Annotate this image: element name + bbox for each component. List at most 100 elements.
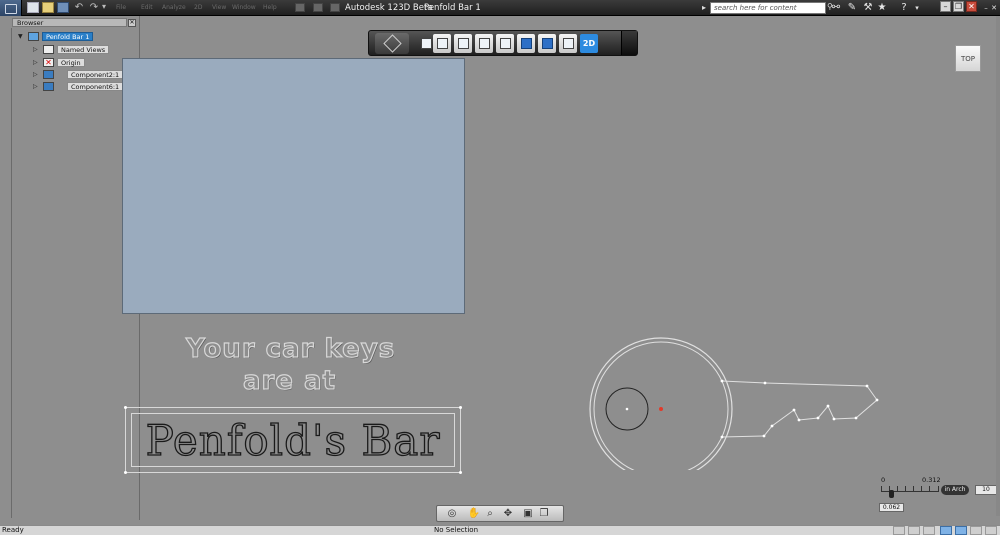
tree-item-label: Component6:1	[67, 82, 124, 91]
sketch-point[interactable]	[124, 471, 127, 474]
undo-icon[interactable]: ↶	[73, 2, 85, 13]
doc-close-icon[interactable]: ✕	[988, 2, 1000, 14]
key-inner-ring	[593, 341, 729, 470]
fit-view-icon[interactable]: ✥	[501, 508, 515, 520]
view-toolbar: ◎ ✋ ⌕ ✥ ▣ ❐	[436, 505, 564, 522]
status-bar: Ready No Selection	[0, 525, 1000, 535]
grid-snap-icon[interactable]	[908, 526, 920, 535]
sketch-point[interactable]	[459, 471, 462, 474]
image-plane[interactable]	[122, 58, 465, 314]
sketch-point[interactable]	[124, 406, 127, 409]
tree-expander-icon[interactable]: ▷	[33, 45, 41, 54]
tree-expander-icon[interactable]: ▷	[33, 58, 41, 67]
tree-expander-icon[interactable]: ▼	[18, 32, 26, 41]
rotate-icon[interactable]	[475, 34, 493, 53]
help-dropdown-icon[interactable]: ▾	[911, 2, 923, 14]
favorites-star-icon[interactable]: ★	[876, 2, 888, 14]
tree-expander-icon[interactable]: ▷	[33, 82, 41, 91]
zoom-icon[interactable]: ⌕	[483, 508, 497, 520]
menu-edit[interactable]: Edit	[141, 4, 153, 11]
origin-hidden-icon: ✕	[43, 58, 54, 67]
fullscreen-icon[interactable]	[985, 526, 997, 535]
viewcube-top[interactable]: TOP	[955, 45, 981, 72]
key-sketch-points[interactable]	[720, 379, 879, 439]
viewcube-home-icon[interactable]	[375, 33, 409, 54]
orbit-icon[interactable]: ◎	[445, 508, 459, 520]
community-icon[interactable]: ⚯	[830, 2, 842, 14]
right-edge-strip	[996, 16, 1000, 516]
sketch-point[interactable]	[459, 406, 462, 409]
materials-icon[interactable]	[559, 34, 577, 53]
quick-access-dropdown-icon[interactable]: ▾	[102, 2, 114, 13]
tree-item-label: Penfold Bar 1	[42, 32, 94, 41]
browser-divider	[11, 28, 12, 518]
tools-icon[interactable]: ✎	[846, 2, 858, 14]
scale-widget: 0 0.312 0.062 in Arch 10	[878, 474, 998, 514]
save-icon[interactable]	[57, 2, 69, 13]
redo-icon[interactable]: ↷	[88, 2, 100, 13]
headline-line1: Your car keys	[185, 333, 396, 364]
tree-expander-icon[interactable]: ▷	[33, 70, 41, 79]
layout-icon[interactable]	[940, 526, 952, 535]
headline-line2: are at	[242, 365, 337, 396]
assembly-icon	[28, 32, 39, 41]
status-text: Ready	[2, 526, 24, 534]
new-document-icon[interactable]	[27, 2, 39, 13]
key-hole-center	[625, 407, 629, 411]
box-view-icon[interactable]	[496, 34, 514, 53]
key-center-point[interactable]	[659, 407, 663, 411]
box-icon[interactable]	[433, 34, 451, 53]
settings-icon[interactable]: ⚒	[862, 2, 874, 14]
toolbar-toggle-icon[interactable]	[313, 3, 323, 12]
viewport-icon[interactable]	[955, 526, 967, 535]
lock-icon[interactable]	[923, 526, 935, 535]
menu-help[interactable]: Help	[263, 4, 277, 11]
open-folder-icon[interactable]	[42, 2, 54, 13]
info-icon[interactable]	[417, 34, 432, 53]
grid-view-icon[interactable]	[538, 34, 556, 53]
help-icon[interactable]: ?	[898, 2, 910, 14]
units-button[interactable]: in Arch	[941, 485, 969, 495]
restore-icon[interactable]: ❐	[953, 1, 964, 12]
menu-2d[interactable]: 2D	[194, 4, 202, 11]
sketch-2d-button[interactable]: 2D	[580, 34, 598, 53]
search-expand-icon[interactable]: ▸	[702, 3, 706, 12]
display-mode-icon[interactable]: ▣	[521, 508, 535, 520]
menu-window[interactable]: Window	[232, 4, 256, 11]
document-title: Penfold Bar 1	[424, 3, 481, 13]
scale-slider-handle[interactable]	[889, 490, 894, 498]
search-input[interactable]: search here for content	[710, 2, 826, 14]
close-window-icon[interactable]: ✕	[966, 1, 977, 12]
render-icon[interactable]	[970, 526, 982, 535]
menu-file[interactable]: File	[116, 4, 126, 11]
browser-panel: Browser ✕ ▼ Penfold Bar 1 ▷ Named Views …	[0, 16, 140, 520]
scale-value-field[interactable]: 0.062	[879, 503, 904, 512]
visual-style-icon[interactable]: ❐	[537, 508, 551, 520]
pan-hand-icon[interactable]: ✋	[467, 508, 481, 520]
application-menu-button[interactable]	[0, 0, 22, 16]
title-bar: ↶ ↷ ▾ File Edit Analyze 2D View Window H…	[0, 0, 1000, 16]
key-sketch[interactable]	[580, 330, 880, 470]
scale-min-label: 0	[881, 476, 886, 484]
plaque-text: Penfold's Bar	[145, 415, 441, 465]
menu-analyze[interactable]: Analyze	[162, 4, 186, 11]
tree-item-label: Origin	[57, 58, 85, 67]
plaque-sketch[interactable]: Penfold's Bar	[125, 407, 461, 473]
toolbar-toggle-icon[interactable]	[295, 3, 305, 12]
front-view-icon[interactable]	[517, 34, 535, 53]
tree-item-label: Component2:1	[67, 70, 124, 79]
app-title: Autodesk 123D Beta	[345, 3, 433, 13]
menu-view[interactable]: View	[212, 4, 226, 11]
scale-max-label: 0.312	[922, 476, 941, 484]
toolbar-toggle-icon[interactable]	[330, 3, 340, 12]
key-blade	[721, 380, 878, 438]
toolbar-endcap	[621, 31, 637, 55]
named-views-icon	[43, 45, 54, 54]
minimize-icon[interactable]: –	[940, 1, 951, 12]
move-icon[interactable]	[454, 34, 472, 53]
grid-count-field[interactable]: 10	[975, 485, 997, 495]
visibility-eye-icon[interactable]	[43, 82, 54, 91]
visibility-eye-icon[interactable]	[43, 70, 54, 79]
snap-icon[interactable]	[893, 526, 905, 535]
browser-close-icon[interactable]: ✕	[128, 19, 136, 27]
